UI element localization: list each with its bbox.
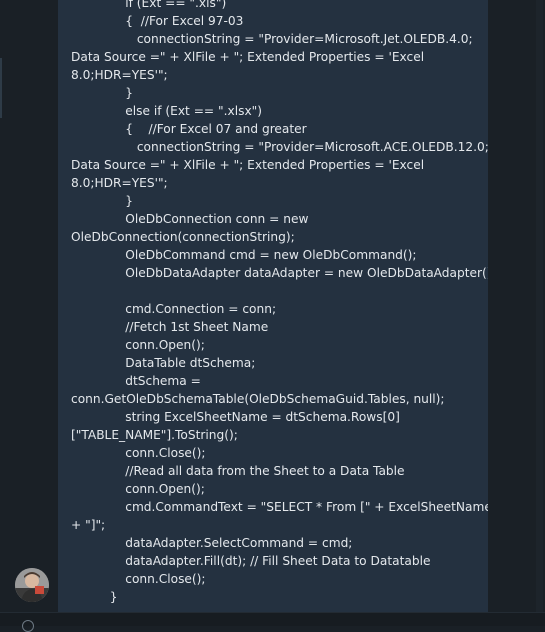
code-line: OleDbConnection(connectionString); [71, 230, 295, 244]
code-line: { //For Excel 97-03 [71, 14, 244, 28]
message-input-bar[interactable] [0, 612, 545, 626]
code-line: OleDbCommand cmd = new OleDbCommand(); [71, 248, 417, 262]
code-line: DataTable dtSchema; [71, 356, 256, 370]
code-line: dataAdapter.SelectCommand = cmd; [71, 536, 353, 550]
code-line: conn.Open(); [71, 338, 205, 352]
avatar-image [15, 568, 49, 602]
scrollbar[interactable] [536, 0, 543, 612]
code-line: OleDbDataAdapter dataAdapter = new OleDb… [71, 266, 488, 280]
rail-accent [0, 58, 2, 118]
code-line: cmd.Connection = conn; [71, 302, 277, 316]
code-line: Data Source =" + XlFile + "; Extended Pr… [71, 50, 425, 64]
code-line: dtSchema = [71, 374, 201, 388]
code-line: 8.0;HDR=YES'"; [71, 176, 168, 190]
code-line: conn.Open(); [71, 482, 205, 496]
message-bubble: if (Ext == ".xls") { //For Excel 97-03 c… [58, 0, 488, 612]
code-line: OleDbConnection conn = new [71, 212, 309, 226]
code-line: } [71, 86, 133, 100]
left-rail [0, 0, 58, 625]
code-line: } [71, 194, 133, 208]
code-line: cmd.CommandText = "SELECT * From [" + Ex… [71, 500, 488, 514]
code-line: conn.Close(); [71, 446, 206, 460]
code-line: ["TABLE_NAME"].ToString(); [71, 428, 238, 442]
code-line: string ExcelSheetName = dtSchema.Rows[0] [71, 410, 400, 424]
code-line: else if (Ext == ".xlsx") [71, 104, 263, 118]
code-line: if (Ext == ".xls") [71, 0, 227, 10]
code-line: //Fetch 1st Sheet Name [71, 320, 269, 334]
code-line: //Read all data from the Sheet to a Data… [71, 464, 405, 478]
code-line: } [71, 590, 118, 604]
code-line: dataAdapter.Fill(dt); // Fill Sheet Data… [71, 554, 431, 568]
code-text: if (Ext == ".xls") { //For Excel 97-03 c… [71, 0, 488, 606]
code-line: connectionString = "Provider=Microsoft.A… [71, 140, 488, 154]
code-line: conn.GetOleDbSchemaTable(OleDbSchemaGuid… [71, 392, 445, 406]
code-line: conn.Close(); [71, 572, 206, 586]
code-line: Data Source =" + XlFile + "; Extended Pr… [71, 158, 425, 172]
user-avatar-icon[interactable] [15, 568, 49, 602]
code-line: connectionString = "Provider=Microsoft.J… [71, 32, 473, 46]
code-line: 8.0;HDR=YES'"; [71, 68, 168, 82]
code-line: { //For Excel 07 and greater [71, 122, 307, 136]
emoji-icon[interactable] [22, 620, 34, 632]
code-line: + "]"; [71, 518, 106, 532]
